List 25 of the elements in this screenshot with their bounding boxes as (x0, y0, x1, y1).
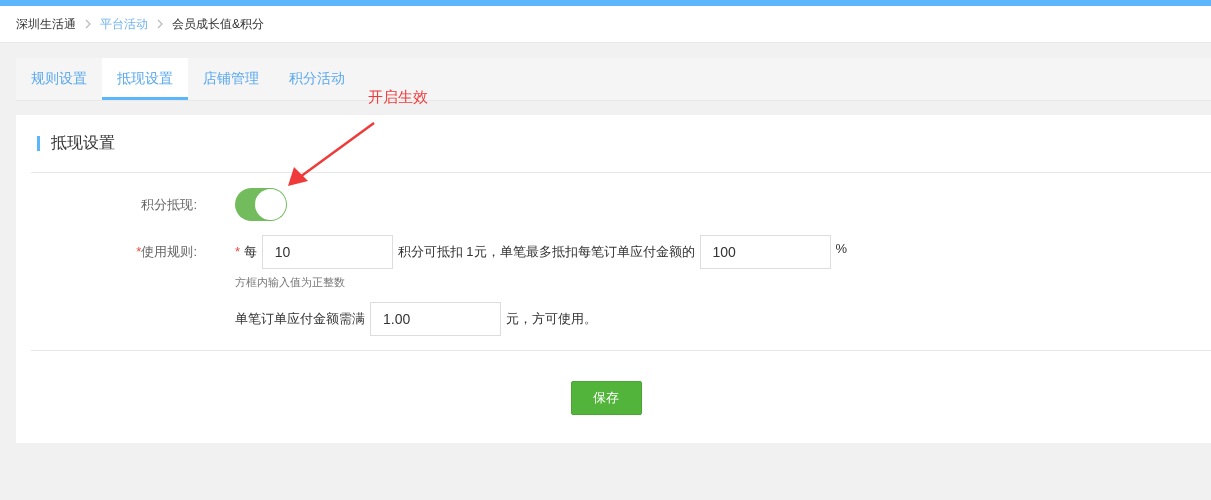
chevron-icon (156, 19, 164, 29)
chevron-icon (84, 19, 92, 29)
points-input[interactable]: 10 (261, 235, 393, 269)
hint-text: 方框内输入值为正整数 (235, 275, 346, 290)
rule-text: 元，方可使用。 (506, 310, 597, 328)
breadcrumb-link[interactable]: 平台活动 (100, 15, 148, 33)
field-label: *使用规则: (135, 243, 197, 261)
rule-prefix: * 每 (235, 243, 257, 261)
annotation-text: 开启生效 (368, 88, 428, 107)
tab[interactable]: 抵现设置 (102, 58, 188, 100)
amount-input[interactable]: 1.00 (370, 302, 501, 336)
percent-input[interactable]: 100 (699, 235, 831, 269)
title-accent (37, 136, 40, 151)
rule-text: 单笔订单应付金额需满 (235, 310, 365, 328)
tab[interactable]: 积分活动 (274, 58, 360, 100)
rule-text: 积分可抵扣 1元，单笔最多抵扣每笔订单应付金额的 (397, 243, 695, 261)
tab[interactable]: 店铺管理 (188, 58, 274, 100)
tab[interactable]: 规则设置 (16, 58, 102, 100)
breadcrumb-item: 深圳生活通 (16, 15, 76, 33)
percent-sign: % (835, 241, 848, 256)
section-title: 抵现设置 (51, 133, 115, 153)
breadcrumb-item: 会员成长值&积分 (172, 15, 264, 33)
toggle-switch[interactable] (235, 188, 287, 221)
field-label: 积分抵现: (140, 195, 197, 214)
save-button[interactable]: 保存 (570, 381, 642, 415)
